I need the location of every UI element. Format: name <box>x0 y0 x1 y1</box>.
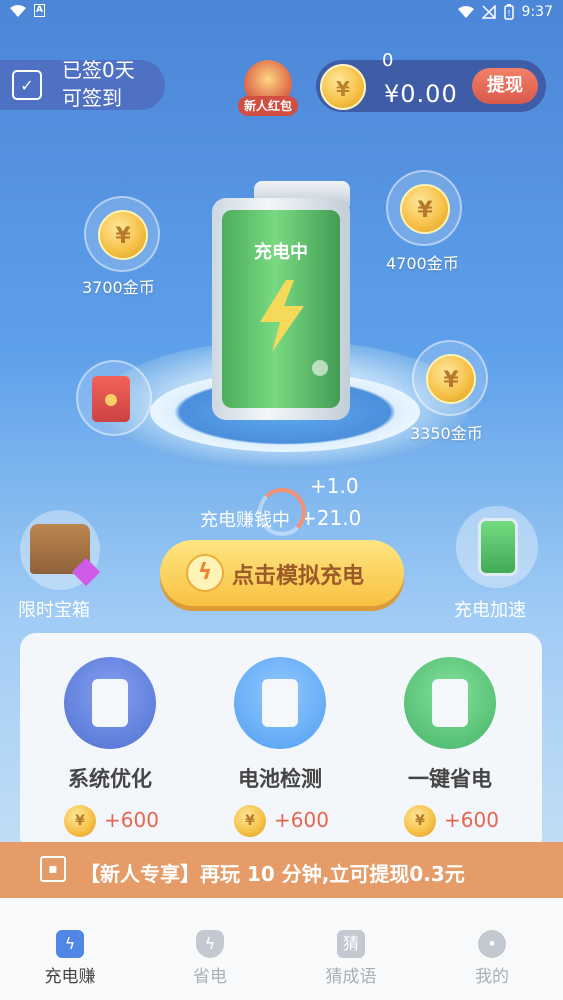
floating-coin-2-label: 4700金币 <box>386 254 459 273</box>
charge-speedup-button[interactable] <box>456 506 538 588</box>
feature-name: 电池检测 <box>238 767 322 791</box>
coin-icon: ¥ <box>400 184 450 234</box>
calendar-icon: ✓ <box>12 70 42 100</box>
feature-power-save[interactable]: 一键省电 ¥ +600 <box>380 633 520 843</box>
checkin-available: 可签到 <box>62 86 122 110</box>
new-user-banner[interactable]: ▪ 【新人专享】再玩 10 分钟,立可提现0.3元 <box>0 842 563 898</box>
shield-bolt-icon: ϟ <box>196 930 224 958</box>
feature-reward: +600 <box>444 808 499 832</box>
tab-save-power[interactable]: ϟ 省电 <box>140 898 280 1000</box>
checkin-days: 已签0天 <box>62 60 135 82</box>
no-signal-icon <box>481 5 496 19</box>
battery-status: 充电中 <box>254 242 308 263</box>
red-envelope-icon <box>92 376 130 422</box>
a-icon: A <box>34 4 45 17</box>
coin-icon: ¥ <box>320 64 366 110</box>
wifi-icon <box>10 4 26 17</box>
phone-plus-icon <box>432 679 468 727</box>
user-icon: • <box>478 930 506 958</box>
features-card: 系统优化 ¥ +600 电池检测 ¥ +600 一键省电 ¥ +600 <box>20 633 542 853</box>
feature-name: 一键省电 <box>408 767 492 791</box>
wallet-pill: ¥ 0 ¥0.00 提现 <box>316 50 546 112</box>
gift-icon: ▪ <box>40 856 66 882</box>
red-packet-label: 新人红包 <box>238 96 298 116</box>
tab-guess-idiom[interactable]: 猜 猜成语 <box>281 898 421 1000</box>
system-optimize-icon <box>64 657 156 749</box>
new-user-red-packet[interactable]: 新人红包 <box>238 60 298 116</box>
wifi-icon <box>457 6 474 18</box>
lightning-icon: ϟ <box>186 554 224 592</box>
status-bar: A ! 9:37 <box>0 0 563 26</box>
charge-speedup-label: 充电加速 <box>454 600 526 621</box>
battery-graphic: 充电中 <box>212 198 350 420</box>
simulate-charge-button[interactable]: ϟ 点击模拟充电 <box>160 540 404 606</box>
floating-red-envelope[interactable] <box>76 360 152 436</box>
banner-text: 【新人专享】再玩 10 分钟,立可提现0.3元 <box>80 862 465 886</box>
floating-coin-1[interactable]: ¥ <box>84 196 160 272</box>
battery-fill: 充电中 <box>222 210 340 408</box>
earning-big: +21.0 <box>300 506 362 530</box>
battery-icon: ! <box>503 4 514 20</box>
tab-label: 充电赚 <box>44 967 96 987</box>
coin-icon: ¥ <box>234 805 266 837</box>
treasure-chest-button[interactable] <box>20 510 101 590</box>
bolt-icon: ϟ <box>56 930 84 958</box>
rocket-icon <box>92 679 128 727</box>
lightning-bolt-icon <box>260 280 304 352</box>
svg-text:!: ! <box>507 9 510 18</box>
loading-spinner-icon <box>258 488 306 536</box>
feature-reward: +600 <box>274 808 329 832</box>
checkin-pill[interactable]: ✓ 已签0天 可签到 <box>0 60 165 110</box>
clock: 9:37 <box>521 4 553 20</box>
floating-coin-1-label: 3700金币 <box>82 278 155 297</box>
treasure-chest-label: 限时宝箱 <box>18 600 90 621</box>
feature-system-optimize[interactable]: 系统优化 ¥ +600 <box>40 633 180 843</box>
simulate-charge-label: 点击模拟充电 <box>232 564 365 589</box>
battery-icon <box>262 679 298 727</box>
power-save-icon <box>404 657 496 749</box>
feature-battery-check[interactable]: 电池检测 ¥ +600 <box>210 633 350 843</box>
guess-icon: 猜 <box>337 930 365 958</box>
tab-label: 猜成语 <box>325 967 377 987</box>
floating-coin-3-label: 3350金币 <box>410 424 483 443</box>
battery-speedup-icon <box>478 518 518 576</box>
bottom-tab-bar: ϟ 充电赚 ϟ 省电 猜 猜成语 • 我的 <box>0 898 563 1000</box>
bubble-icon <box>312 360 328 376</box>
coin-icon: ¥ <box>98 210 148 260</box>
tab-charge-earn[interactable]: ϟ 充电赚 <box>0 898 140 1000</box>
tab-label: 省电 <box>193 967 227 987</box>
feature-name: 系统优化 <box>68 767 152 791</box>
withdraw-button[interactable]: 提现 <box>472 68 538 104</box>
cash-balance: ¥0.00 <box>384 80 458 108</box>
floating-coin-2[interactable]: ¥ <box>386 170 462 246</box>
coin-icon: ¥ <box>426 354 476 404</box>
coin-icon: ¥ <box>404 805 436 837</box>
earning-small: +1.0 <box>310 474 359 498</box>
tab-label: 我的 <box>475 967 509 987</box>
tab-mine[interactable]: • 我的 <box>422 898 562 1000</box>
battery-check-icon <box>234 657 326 749</box>
coin-icon: ¥ <box>64 805 96 837</box>
coin-balance: 0 <box>382 50 394 71</box>
floating-coin-3[interactable]: ¥ <box>412 340 488 416</box>
feature-reward: +600 <box>104 808 159 832</box>
